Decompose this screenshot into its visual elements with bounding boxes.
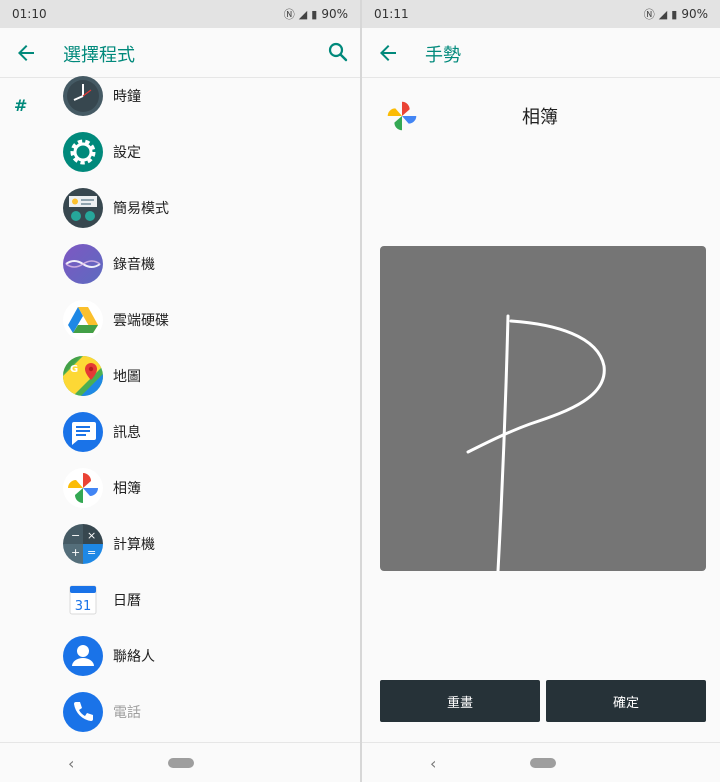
svg-text:G: G [70, 364, 78, 375]
app-label: 計算機 [113, 537, 155, 553]
nav-back-icon[interactable]: ‹ [430, 754, 436, 773]
status-bar: 01:10 Ⓝ ◢ ▮ 90% [0, 0, 360, 28]
settings-gear-icon [63, 132, 103, 172]
back-arrow-icon[interactable] [376, 41, 400, 65]
app-label: 電話 [113, 705, 141, 721]
app-row-messages[interactable]: 訊息 [62, 404, 352, 460]
selected-app: 相簿 [382, 96, 702, 136]
simple-mode-icon [63, 188, 103, 228]
app-label: 雲端硬碟 [113, 313, 169, 329]
app-row-drive[interactable]: 雲端硬碟 [62, 292, 352, 348]
app-label: 聯絡人 [113, 649, 155, 665]
app-label: 時鐘 [113, 89, 141, 105]
back-arrow-icon[interactable] [14, 41, 38, 65]
app-row-photos[interactable]: 相簿 [62, 460, 352, 516]
photos-icon [63, 468, 103, 508]
app-row-phone[interactable]: 電話 [62, 684, 352, 740]
battery-level: 90% [321, 7, 348, 21]
section-index-letter: # [14, 96, 28, 115]
app-label: 相簿 [113, 481, 141, 497]
nfc-icon: Ⓝ [643, 8, 655, 21]
app-row-recorder[interactable]: 錄音機 [62, 236, 352, 292]
nav-home-pill[interactable] [168, 758, 194, 768]
redraw-button[interactable]: 重畫 [380, 680, 540, 722]
calendar-icon: 31 [69, 585, 97, 615]
app-bar: 手勢 [362, 28, 720, 78]
maps-icon: G [63, 356, 103, 396]
navigation-bar: ‹ [362, 742, 720, 782]
status-time: 01:10 [12, 7, 47, 21]
app-row-maps[interactable]: G 地圖 [62, 348, 352, 404]
status-time: 01:11 [374, 7, 409, 21]
photos-icon [387, 101, 417, 131]
svg-text:+: + [71, 546, 80, 559]
nav-home-pill[interactable] [530, 758, 556, 768]
status-icons: Ⓝ ◢ ▮ 90% [284, 6, 348, 22]
app-row-contacts[interactable]: 聯絡人 [62, 628, 352, 684]
svg-text:=: = [87, 546, 96, 559]
selected-app-name: 相簿 [522, 107, 558, 128]
battery-icon: ▮ [671, 7, 678, 21]
signal-icon: ◢ [298, 7, 308, 21]
confirm-button[interactable]: 確定 [546, 680, 706, 722]
app-label: 訊息 [113, 425, 141, 441]
signal-icon: ◢ [658, 7, 668, 21]
recorder-icon [63, 244, 103, 284]
search-icon[interactable] [326, 40, 350, 64]
app-label: 日曆 [113, 593, 141, 609]
page-title: 手勢 [425, 45, 461, 66]
calculator-icon: − × + = [63, 524, 103, 564]
app-row-calendar[interactable]: 31 日曆 [62, 572, 352, 628]
nfc-icon: Ⓝ [283, 8, 295, 21]
status-bar: 01:11 Ⓝ ◢ ▮ 90% [362, 0, 720, 28]
battery-icon: ▮ [311, 7, 318, 21]
nav-back-icon[interactable]: ‹ [68, 754, 74, 773]
app-row-settings[interactable]: 設定 [62, 124, 352, 180]
app-row-simple-mode[interactable]: 簡易模式 [62, 180, 352, 236]
app-label: 簡易模式 [113, 201, 169, 217]
battery-level: 90% [681, 7, 708, 21]
status-icons: Ⓝ ◢ ▮ 90% [644, 6, 708, 22]
gesture-screen: 01:11 Ⓝ ◢ ▮ 90% 手勢 相簿 重畫 確定 ‹ [362, 0, 720, 782]
app-label: 設定 [113, 145, 141, 161]
gesture-canvas[interactable] [380, 246, 706, 571]
calendar-day: 31 [75, 599, 92, 614]
navigation-bar: ‹ [0, 742, 360, 782]
drive-icon [63, 300, 103, 340]
messages-icon [63, 412, 103, 452]
contacts-icon [63, 636, 103, 676]
app-row-calculator[interactable]: − × + = 計算機 [62, 516, 352, 572]
svg-text:×: × [87, 529, 96, 542]
app-label: 錄音機 [113, 257, 155, 273]
screens: 01:10 Ⓝ ◢ ▮ 90% 選擇程式 # 時鐘 設定 簡易模式 錄音機 雲端… [0, 0, 720, 782]
phone-icon [63, 692, 103, 732]
app-label: 地圖 [113, 369, 141, 385]
app-row-clock[interactable]: 時鐘 [62, 68, 352, 124]
page-title: 選擇程式 [63, 45, 135, 66]
clock-icon [63, 76, 103, 116]
app-picker-screen: 01:10 Ⓝ ◢ ▮ 90% 選擇程式 # 時鐘 設定 簡易模式 錄音機 雲端… [0, 0, 360, 782]
gesture-stroke [466, 314, 606, 571]
svg-text:−: − [71, 529, 80, 542]
